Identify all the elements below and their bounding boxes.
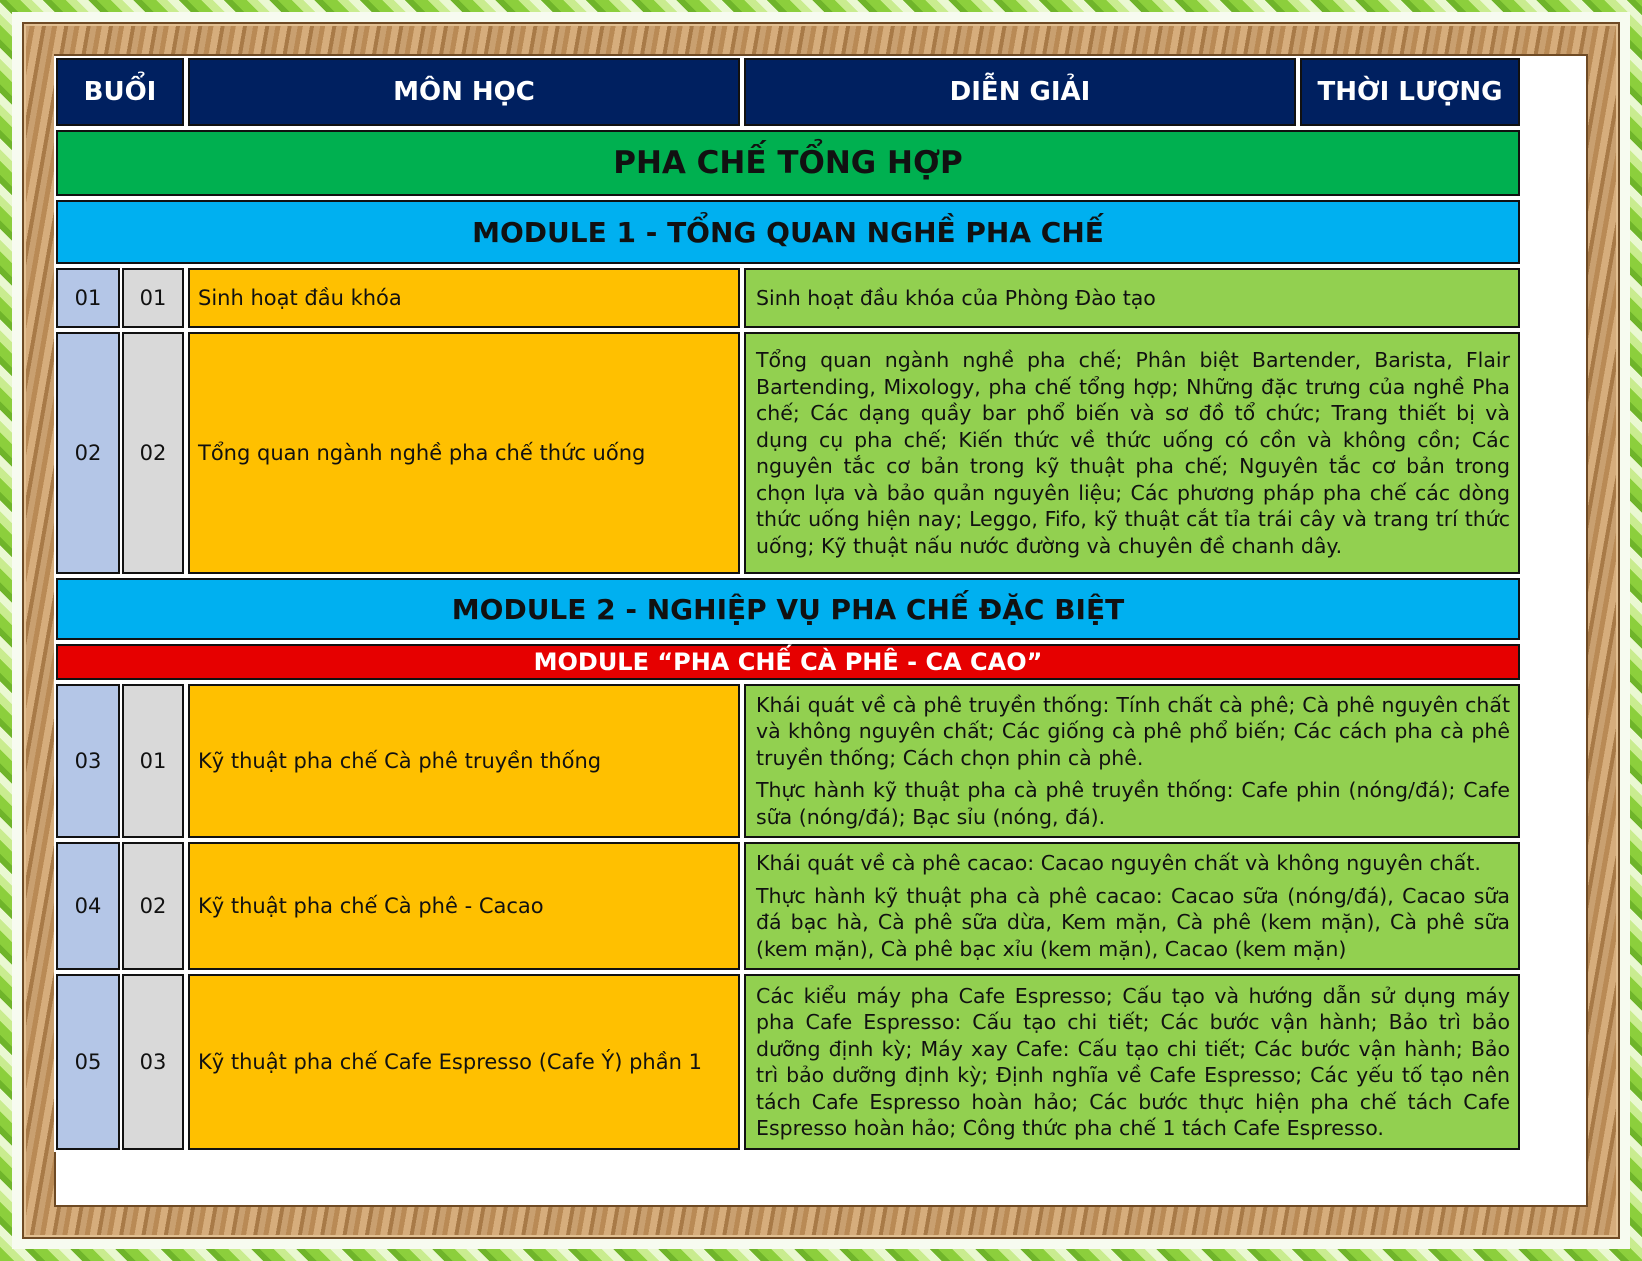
- description-text: Các kiểu máy pha Cafe Espresso; Cấu tạo …: [756, 983, 1510, 1141]
- subject-cell: Kỹ thuật pha chế Cafe Espresso (Cafe Ý) …: [186, 972, 742, 1152]
- module1-title: MODULE 1 - TỔNG QUAN NGHỀ PHA CHẾ: [54, 198, 1522, 266]
- lesson-number: 03: [120, 972, 186, 1152]
- curriculum-table: BUỔI MÔN HỌC DIỄN GIẢI THỜI LƯỢNG PHA CH…: [54, 56, 1586, 1205]
- session-number: 04: [54, 840, 122, 972]
- description-text: Tổng quan ngành nghề pha chế; Phân biệt …: [756, 348, 1510, 558]
- description-cell: Sinh hoạt đầu khóa của Phòng Đào tạo: [742, 266, 1522, 330]
- header-duration: THỜI LƯỢNG: [1298, 56, 1522, 128]
- curriculum-table-container: BUỔI MÔN HỌC DIỄN GIẢI THỜI LƯỢNG PHA CH…: [54, 54, 1588, 1207]
- subject-cell: Kỹ thuật pha chế Cà phê truyền thống: [186, 682, 742, 840]
- lesson-number: 02: [120, 840, 186, 972]
- description-cell: Khái quát về cà phê truyền thống: Tính c…: [742, 682, 1522, 840]
- description-cell: Tổng quan ngành nghề pha chế; Phân biệt …: [742, 330, 1522, 576]
- description-cell: Khái quát về cà phê cacao: Cacao nguyên …: [742, 840, 1522, 972]
- description-text: Sinh hoạt đầu khóa của Phòng Đào tạo: [756, 285, 1156, 310]
- lesson-number: 02: [120, 330, 186, 576]
- description-text: Thực hành kỹ thuật pha cà phê cacao: Cac…: [756, 883, 1510, 961]
- subject-cell: Sinh hoạt đầu khóa: [186, 266, 742, 330]
- lesson-number: 01: [120, 682, 186, 840]
- course-title: PHA CHẾ TỔNG HỢP: [54, 128, 1522, 198]
- wooden-frame: BUỔI MÔN HỌC DIỄN GIẢI THỜI LƯỢNG PHA CH…: [22, 22, 1620, 1239]
- lesson-number: 01: [120, 266, 186, 330]
- header-subject: MÔN HỌC: [186, 56, 742, 128]
- description-cell: Các kiểu máy pha Cafe Espresso; Cấu tạo …: [742, 972, 1522, 1152]
- subject-cell: Kỹ thuật pha chế Cà phê - Cacao: [186, 840, 742, 972]
- submodule-title: MODULE “PHA CHẾ CÀ PHÊ - CA CAO”: [54, 642, 1522, 682]
- session-number: 01: [54, 266, 122, 330]
- session-number: 03: [54, 682, 122, 840]
- header-session: BUỔI: [54, 56, 186, 128]
- description-text: Thực hành kỹ thuật pha cà phê truyền thố…: [756, 778, 1510, 829]
- header-description: DIỄN GIẢI: [742, 56, 1298, 128]
- module2-title: MODULE 2 - NGHIỆP VỤ PHA CHẾ ĐẶC BIỆT: [54, 576, 1522, 642]
- subject-cell: Tổng quan ngành nghề pha chế thức uống: [186, 330, 742, 576]
- session-number: 05: [54, 972, 122, 1152]
- session-number: 02: [54, 330, 122, 576]
- description-text: Khái quát về cà phê cacao: Cacao nguyên …: [756, 851, 1481, 875]
- description-text: Khái quát về cà phê truyền thống: Tính c…: [756, 692, 1510, 770]
